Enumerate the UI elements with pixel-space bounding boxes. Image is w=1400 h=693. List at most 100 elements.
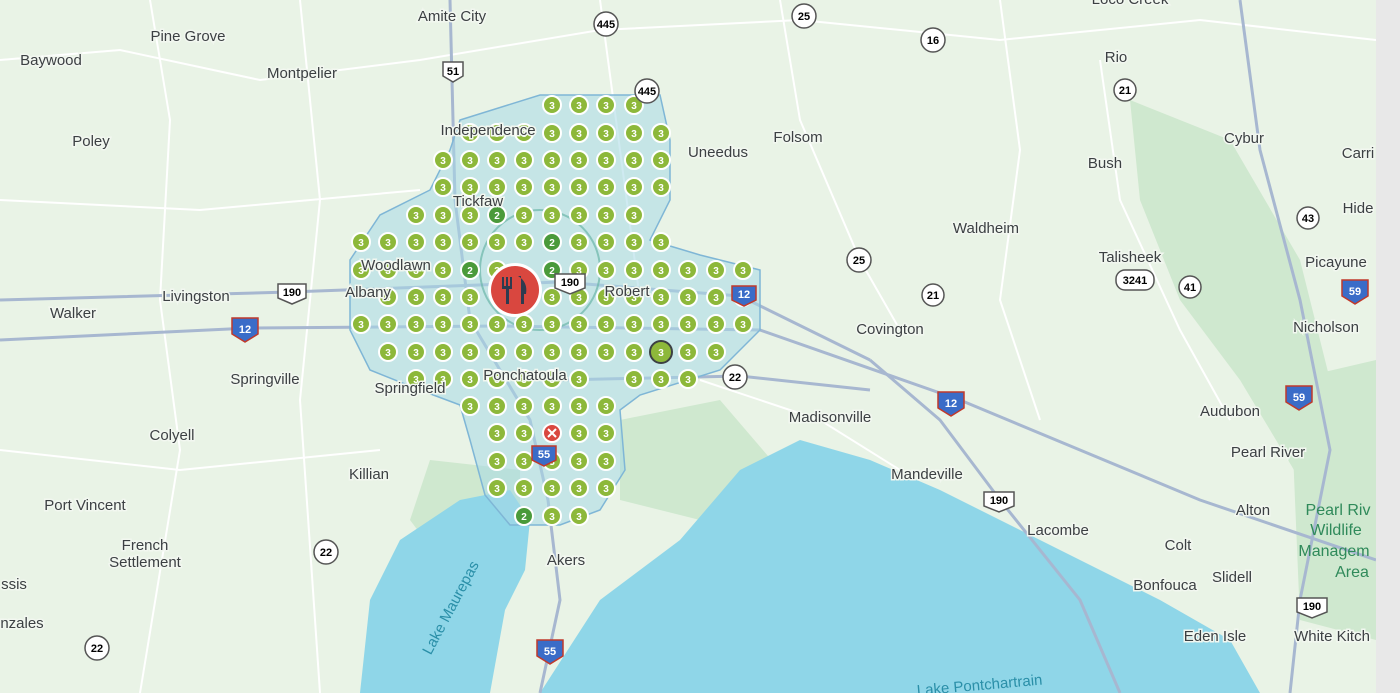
grid-point[interactable]: 3 xyxy=(651,177,671,197)
grid-point[interactable]: 3 xyxy=(487,478,507,498)
grid-point[interactable]: 3 xyxy=(733,314,753,334)
grid-point[interactable]: 3 xyxy=(514,150,534,170)
grid-point[interactable]: 3 xyxy=(706,287,726,307)
grid-point[interactable]: 3 xyxy=(624,314,644,334)
grid-point[interactable]: 3 xyxy=(651,314,671,334)
grid-point[interactable]: 3 xyxy=(514,423,534,443)
grid-point[interactable]: 3 xyxy=(596,177,616,197)
grid-point[interactable]: 3 xyxy=(542,177,562,197)
grid-point[interactable]: 3 xyxy=(678,260,698,280)
grid-point[interactable]: 3 xyxy=(569,506,589,526)
grid-point[interactable]: 3 xyxy=(569,369,589,389)
grid-point[interactable]: 3 xyxy=(624,123,644,143)
grid-point[interactable]: 3 xyxy=(596,260,616,280)
grid-point[interactable]: 3 xyxy=(514,396,534,416)
grid-point[interactable]: 3 xyxy=(651,369,671,389)
grid-point[interactable]: 3 xyxy=(460,369,480,389)
grid-point-special[interactable]: 2 xyxy=(514,506,534,526)
grid-point[interactable]: 3 xyxy=(378,314,398,334)
grid-point[interactable]: 3 xyxy=(514,478,534,498)
grid-point[interactable]: 3 xyxy=(651,123,671,143)
grid-point[interactable]: 3 xyxy=(542,287,562,307)
grid-point[interactable]: 3 xyxy=(487,314,507,334)
grid-point[interactable]: 3 xyxy=(487,232,507,252)
grid-point[interactable]: 3 xyxy=(569,95,589,115)
grid-point[interactable]: 3 xyxy=(406,205,426,225)
grid-point[interactable]: 3 xyxy=(378,232,398,252)
grid-point[interactable]: 3 xyxy=(460,314,480,334)
grid-point[interactable]: 3 xyxy=(678,369,698,389)
grid-point[interactable]: 3 xyxy=(542,314,562,334)
grid-point[interactable]: 3 xyxy=(596,396,616,416)
grid-point[interactable]: 3 xyxy=(596,478,616,498)
grid-point[interactable]: 3 xyxy=(569,314,589,334)
map-canvas[interactable]: 3 3 3 3 3 3 3 3 3 3 3 3 3 3 3 3 3 3 3 3 3 3 3 3 3 3 3 3 3 3 3 3 3 3 3 3 3 3 3 3… xyxy=(0,0,1400,693)
grid-point[interactable]: 3 xyxy=(433,232,453,252)
grid-point[interactable]: 3 xyxy=(351,232,371,252)
grid-point[interactable]: 3 xyxy=(433,177,453,197)
grid-point[interactable]: 3 xyxy=(596,451,616,471)
grid-point[interactable]: 3 xyxy=(706,314,726,334)
grid-point[interactable]: 3 xyxy=(678,287,698,307)
grid-point[interactable]: 3 xyxy=(624,342,644,362)
grid-point[interactable]: 3 xyxy=(596,314,616,334)
grid-point[interactable]: 3 xyxy=(596,123,616,143)
grid-point[interactable]: 3 xyxy=(706,260,726,280)
grid-point[interactable]: 3 xyxy=(569,342,589,362)
grid-point[interactable]: 3 xyxy=(487,342,507,362)
grid-point[interactable]: 3 xyxy=(651,287,671,307)
grid-point[interactable]: 3 xyxy=(596,95,616,115)
grid-point[interactable]: 3 xyxy=(433,314,453,334)
grid-point[interactable]: 3 xyxy=(433,150,453,170)
grid-point[interactable]: 3 xyxy=(514,205,534,225)
grid-point[interactable]: 3 xyxy=(487,423,507,443)
grid-point-special[interactable]: 2 xyxy=(542,232,562,252)
grid-point[interactable]: 3 xyxy=(514,451,534,471)
grid-point[interactable]: 3 xyxy=(542,506,562,526)
grid-point[interactable]: 3 xyxy=(624,260,644,280)
grid-point[interactable]: 3 xyxy=(378,342,398,362)
grid-point[interactable]: 3 xyxy=(406,232,426,252)
grid-point[interactable]: 3 xyxy=(406,314,426,334)
grid-point[interactable]: 3 xyxy=(569,123,589,143)
grid-point[interactable]: 3 xyxy=(406,287,426,307)
grid-point[interactable]: 3 xyxy=(542,205,562,225)
grid-point[interactable]: 3 xyxy=(514,232,534,252)
grid-point[interactable]: 3 xyxy=(487,150,507,170)
grid-point[interactable]: 3 xyxy=(542,150,562,170)
grid-point[interactable]: 3 xyxy=(542,396,562,416)
grid-point-special[interactable]: 2 xyxy=(460,260,480,280)
grid-point[interactable]: 3 xyxy=(542,95,562,115)
grid-point[interactable]: 3 xyxy=(706,342,726,362)
grid-point[interactable]: 3 xyxy=(569,423,589,443)
grid-point[interactable]: 3 xyxy=(514,314,534,334)
grid-point[interactable]: 3 xyxy=(514,342,534,362)
grid-point[interactable]: 3 xyxy=(596,232,616,252)
restaurant-marker[interactable] xyxy=(488,263,542,317)
grid-point[interactable]: 3 xyxy=(596,150,616,170)
grid-point-selected[interactable]: 3 xyxy=(649,340,673,364)
grid-point[interactable]: 3 xyxy=(433,342,453,362)
grid-point[interactable]: 3 xyxy=(624,150,644,170)
grid-point[interactable]: 3 xyxy=(542,123,562,143)
grid-point[interactable]: 3 xyxy=(569,150,589,170)
grid-point[interactable]: 3 xyxy=(733,260,753,280)
grid-point[interactable]: 3 xyxy=(569,451,589,471)
grid-point[interactable]: 3 xyxy=(406,342,426,362)
grid-point[interactable]: 3 xyxy=(624,177,644,197)
grid-point[interactable]: 3 xyxy=(460,396,480,416)
grid-point[interactable]: 3 xyxy=(624,205,644,225)
grid-point[interactable]: 3 xyxy=(514,177,534,197)
grid-point[interactable]: 3 xyxy=(487,451,507,471)
grid-point[interactable]: 3 xyxy=(596,423,616,443)
grid-point[interactable]: 3 xyxy=(433,287,453,307)
grid-point[interactable]: 3 xyxy=(596,205,616,225)
closed-marker[interactable] xyxy=(542,423,562,443)
grid-point[interactable]: 3 xyxy=(460,342,480,362)
grid-point[interactable]: 3 xyxy=(624,232,644,252)
grid-point[interactable]: 3 xyxy=(542,478,562,498)
grid-point[interactable]: 3 xyxy=(651,150,671,170)
grid-point[interactable]: 3 xyxy=(433,260,453,280)
grid-point[interactable]: 3 xyxy=(569,478,589,498)
grid-point[interactable]: 3 xyxy=(569,177,589,197)
